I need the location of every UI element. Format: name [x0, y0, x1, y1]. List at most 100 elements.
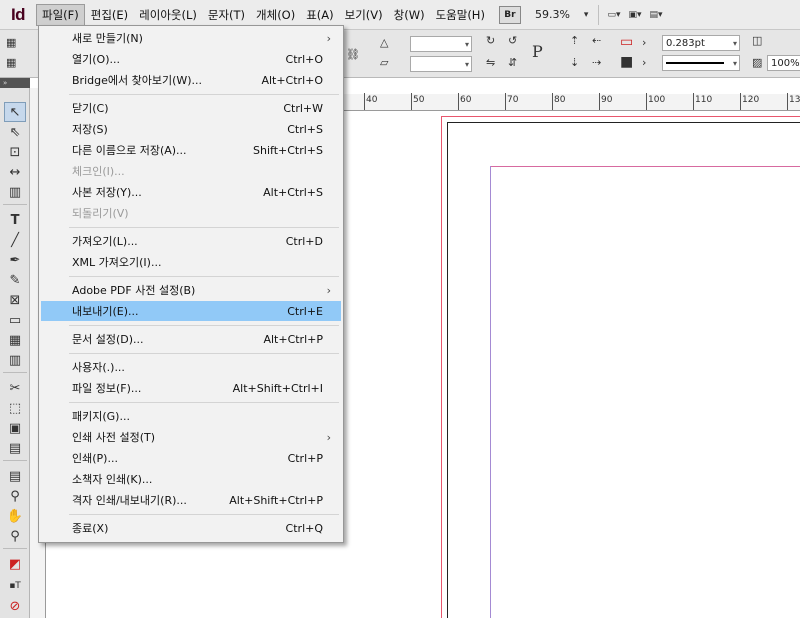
menu-layout[interactable]: 레이아웃(L) [134, 4, 202, 26]
view-options-icon[interactable]: ▭▾ [607, 10, 620, 20]
menu-item-import-xml[interactable]: XML 가져오기(I)... [41, 252, 341, 272]
panel-collapse-strip[interactable]: » [0, 78, 30, 88]
hand-tool-icon[interactable]: ✋ [4, 506, 26, 526]
gradient-swatch-tool-icon[interactable]: ▣ [4, 418, 26, 438]
menu-type[interactable]: 문자(T) [203, 4, 250, 26]
flip-horizontal-icon[interactable]: ⇋ [486, 56, 495, 69]
rotate-ccw-icon[interactable]: ↺ [508, 34, 517, 47]
fill-stroke-swatch-icon[interactable]: ◩ [4, 554, 26, 574]
menu-item-shortcut: Alt+Ctrl+S [263, 185, 323, 199]
menu-item-print[interactable]: 인쇄(P)... Ctrl+P [41, 448, 341, 468]
page-tool-icon[interactable]: ⊡ [4, 142, 26, 162]
scissors-tool-icon[interactable]: ✂ [4, 378, 26, 398]
rectangle-frame-tool-icon[interactable]: ⊠ [4, 290, 26, 310]
stroke-weight-value: 0.283pt [666, 37, 705, 49]
menu-item-shortcut: Ctrl+E [287, 304, 323, 318]
menu-item-shortcut: Alt+Shift+Ctrl+I [232, 381, 323, 395]
menu-item-shortcut: Alt+Shift+Ctrl+P [229, 493, 323, 507]
shear-angle-field[interactable]: ▾ [410, 56, 472, 72]
bridge-button[interactable]: Br [498, 5, 521, 24]
gap-tool-icon[interactable]: ↔ [4, 162, 26, 182]
fill-dropdown-icon[interactable]: › [642, 36, 646, 49]
type-tool-icon[interactable]: T [4, 210, 26, 230]
select-next-icon[interactable]: ⇢ [592, 56, 601, 69]
flip-vertical-icon[interactable]: ⇵ [508, 56, 517, 69]
menu-item-user[interactable]: 사용자(.)... [41, 357, 341, 377]
fill-none-icon[interactable]: ▭ [620, 34, 633, 50]
menu-item-new[interactable]: 새로 만들기(N) › [41, 28, 341, 48]
select-container-icon[interactable]: ⇡ [570, 34, 579, 47]
menu-item-print-booklet[interactable]: 소책자 인쇄(K)... [41, 469, 341, 489]
zoom-dropdown-icon[interactable]: ▾ [584, 10, 589, 20]
page-edge-top [447, 122, 800, 123]
menu-item-print-presets[interactable]: 인쇄 사전 설정(T) › [41, 427, 341, 447]
menu-item-browse-in-bridge[interactable]: Bridge에서 찾아보기(W)... Alt+Ctrl+O [41, 70, 341, 90]
opacity-field[interactable]: 100% [767, 55, 800, 71]
eyedropper-tool-icon[interactable]: ⚲ [4, 486, 26, 506]
zoom-level-select[interactable]: 59.3% [535, 8, 570, 21]
content-collector-icon[interactable]: ▥ [4, 182, 26, 202]
menu-file[interactable]: 파일(F) [36, 3, 85, 26]
horizontal-grid-tool-icon[interactable]: ▦ [4, 330, 26, 350]
rotate-cw-icon[interactable]: ↻ [486, 34, 495, 47]
reference-point-icon[interactable]: ▦ [6, 36, 16, 49]
menu-item-shortcut: Alt+Ctrl+P [263, 332, 323, 346]
menu-item-save-as[interactable]: 다른 이름으로 저장(A)... Shift+Ctrl+S [41, 140, 341, 160]
menu-item-open[interactable]: 열기(O)... Ctrl+O [41, 49, 341, 69]
gradient-feather-tool-icon[interactable]: ▤ [4, 438, 26, 458]
stroke-weight-field[interactable]: 0.283pt ▾ [662, 35, 740, 51]
page-edge-left [447, 122, 448, 618]
menu-item-pdf-presets[interactable]: Adobe PDF 사전 설정(B) › [41, 280, 341, 300]
vertical-grid-tool-icon[interactable]: ▥ [4, 350, 26, 370]
free-transform-tool-icon[interactable]: ⬚ [4, 398, 26, 418]
selection-tool-icon[interactable]: ↖ [4, 102, 26, 122]
note-tool-icon[interactable]: ▤ [4, 466, 26, 486]
menu-item-close[interactable]: 닫기(C) Ctrl+W [41, 98, 341, 118]
menu-object[interactable]: 개체(O) [251, 4, 300, 26]
select-previous-icon[interactable]: ⇠ [592, 34, 601, 47]
menu-item-file-info[interactable]: 파일 정보(F)... Alt+Shift+Ctrl+I [41, 378, 341, 398]
rotation-angle-field[interactable]: ▾ [410, 36, 472, 52]
menu-window[interactable]: 창(W) [389, 4, 430, 26]
menu-item-document-setup[interactable]: 문서 설정(D)... Alt+Ctrl+P [41, 329, 341, 349]
constrain-proportions-icon[interactable]: ⛓ [346, 48, 360, 61]
menu-edit[interactable]: 편집(E) [86, 4, 133, 26]
menu-item-save-copy[interactable]: 사본 저장(Y)... Alt+Ctrl+S [41, 182, 341, 202]
reference-point-icon-2[interactable]: ▦ [6, 56, 16, 69]
opacity-icon[interactable]: ▨ [752, 56, 762, 69]
direct-selection-tool-icon[interactable]: ⇖ [4, 122, 26, 142]
rectangle-tool-icon[interactable]: ▭ [4, 310, 26, 330]
pen-tool-icon[interactable]: ✒ [4, 250, 26, 270]
arrange-documents-icon[interactable]: ▤▾ [650, 10, 663, 20]
menu-item-label: 내보내기(E)... [72, 305, 139, 318]
line-tool-icon[interactable]: ╱ [4, 230, 26, 250]
stroke-dropdown-icon[interactable]: › [642, 56, 646, 69]
drop-shadow-icon[interactable]: ◫ [752, 34, 762, 47]
stroke-swatch-icon[interactable]: ■ [620, 54, 633, 70]
menu-item-package[interactable]: 패키지(G)... [41, 406, 341, 426]
apply-none-icon[interactable]: ⊘ [4, 596, 26, 616]
menubar-divider [598, 4, 600, 25]
menu-table[interactable]: 표(A) [301, 4, 338, 26]
screen-mode-icon[interactable]: ▣▾ [628, 10, 641, 20]
select-content-icon[interactable]: ⇣ [570, 56, 579, 69]
menu-item-save[interactable]: 저장(S) Ctrl+S [41, 119, 341, 139]
menu-item-grid-print-export[interactable]: 격자 인쇄/내보내기(R)... Alt+Shift+Ctrl+P [41, 490, 341, 510]
menu-item-label: 패키지(G)... [72, 410, 130, 423]
pencil-tool-icon[interactable]: ✎ [4, 270, 26, 290]
menu-item-shortcut: Shift+Ctrl+S [253, 143, 323, 157]
ruler-label: 80 [554, 95, 566, 105]
zoom-tool-icon[interactable]: ⚲ [4, 526, 26, 546]
stroke-type-select[interactable]: ▾ [662, 55, 740, 71]
menu-item-label: 종료(X) [72, 522, 109, 535]
menu-item-exit[interactable]: 종료(X) Ctrl+Q [41, 518, 341, 538]
formatting-affects-icon[interactable]: ▪T [4, 576, 26, 596]
menu-help[interactable]: 도움말(H) [431, 4, 490, 26]
menu-item-export[interactable]: 내보내기(E)... Ctrl+E [41, 301, 341, 321]
ruler-tick [740, 93, 741, 110]
menu-item-label: Adobe PDF 사전 설정(B) [72, 284, 196, 297]
tools-divider [3, 548, 27, 549]
menu-item-shortcut: Ctrl+O [285, 52, 323, 66]
menu-view[interactable]: 보기(V) [340, 4, 388, 26]
menu-item-place[interactable]: 가져오기(L)... Ctrl+D [41, 231, 341, 251]
